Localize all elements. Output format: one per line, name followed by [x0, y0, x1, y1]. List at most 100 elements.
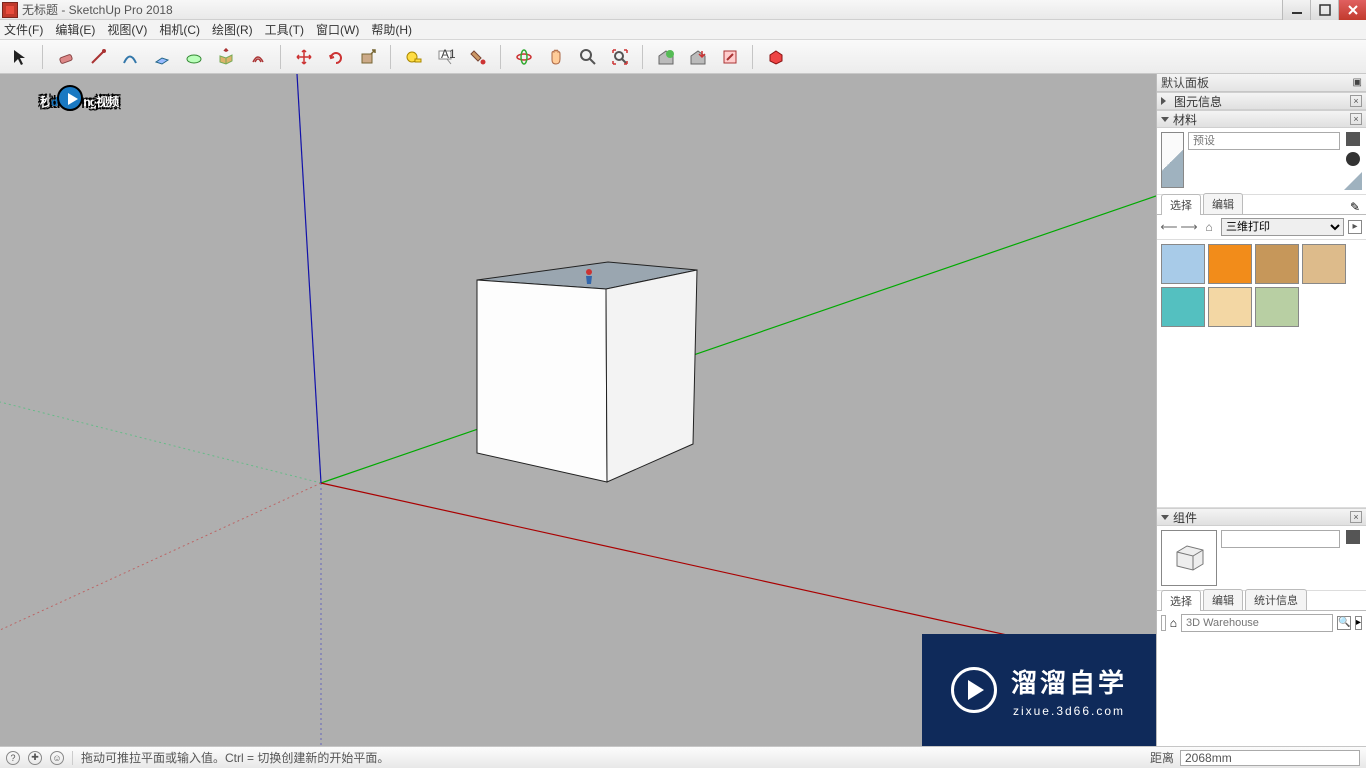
- menu-view[interactable]: 视图(V): [107, 21, 147, 38]
- tape-tool-icon[interactable]: [400, 43, 428, 71]
- toolbar-separator: [500, 45, 502, 69]
- current-material-thumb[interactable]: [1161, 132, 1184, 188]
- resize-grip-icon[interactable]: [1344, 172, 1362, 190]
- components-filter: ⌂ 🔍 ▸: [1157, 611, 1366, 635]
- move-tool-icon[interactable]: [290, 43, 318, 71]
- swatch[interactable]: [1255, 244, 1299, 284]
- rotate-tool-icon[interactable]: [322, 43, 350, 71]
- eyedropper-icon[interactable]: ✎: [1350, 200, 1360, 214]
- tab-edit[interactable]: 编辑: [1203, 589, 1243, 610]
- status-help-icon[interactable]: ?: [6, 751, 20, 765]
- toolbar-separator: [390, 45, 392, 69]
- menu-draw[interactable]: 绘图(R): [212, 21, 253, 38]
- select-tool-icon[interactable]: [6, 43, 34, 71]
- menu-camera[interactable]: 相机(C): [159, 21, 200, 38]
- components-preview: [1157, 526, 1366, 591]
- circle-tool-icon[interactable]: [180, 43, 208, 71]
- menu-edit[interactable]: 编辑(E): [55, 21, 95, 38]
- extension-warehouse-icon[interactable]: [762, 43, 790, 71]
- toolbar: A1: [0, 40, 1366, 74]
- home-icon[interactable]: ⌂: [1170, 616, 1177, 630]
- create-material-icon[interactable]: [1346, 132, 1360, 146]
- status-hint: 拖动可推拉平面或输入值。Ctrl = 切换创建新的开始平面。: [81, 749, 389, 766]
- line-tool-icon[interactable]: [84, 43, 112, 71]
- materials-preview: [1157, 128, 1366, 195]
- swatch[interactable]: [1302, 244, 1346, 284]
- home-icon[interactable]: ⌂: [1201, 219, 1217, 235]
- measure-label: 距离: [1150, 749, 1174, 766]
- viewport[interactable]: 秒dng视频 溜溜自学 zixue.3d66.com: [0, 74, 1156, 746]
- component-search-input[interactable]: [1181, 614, 1333, 632]
- eraser-tool-icon[interactable]: [52, 43, 80, 71]
- zoom-extents-tool-icon[interactable]: [606, 43, 634, 71]
- tab-stats[interactable]: 统计信息: [1245, 589, 1307, 610]
- toolbar-separator: [42, 45, 44, 69]
- nav-back-icon[interactable]: ⟵: [1161, 219, 1177, 235]
- view-mode-icon[interactable]: [1161, 615, 1166, 631]
- panel-close-icon[interactable]: ×: [1350, 95, 1362, 107]
- play-ring-icon: [951, 667, 997, 713]
- panel-close-icon[interactable]: ×: [1350, 113, 1362, 125]
- swatch[interactable]: [1208, 244, 1252, 284]
- paint-tool-icon[interactable]: [464, 43, 492, 71]
- watermark-logo: 秒dng视频: [40, 80, 118, 114]
- menu-tools[interactable]: 工具(T): [265, 21, 304, 38]
- materials-label: 材料: [1173, 111, 1197, 128]
- app-icon: [2, 2, 18, 18]
- tab-edit[interactable]: 编辑: [1203, 193, 1243, 214]
- menu-window[interactable]: 窗口(W): [316, 21, 359, 38]
- nav-fwd-icon[interactable]: ⟶: [1181, 219, 1197, 235]
- zoom-tool-icon[interactable]: [574, 43, 602, 71]
- default-material-icon[interactable]: [1346, 152, 1360, 166]
- send-layout-icon[interactable]: [716, 43, 744, 71]
- arc-tool-icon[interactable]: [116, 43, 144, 71]
- swatch[interactable]: [1255, 287, 1299, 327]
- expand-icon: [1161, 117, 1169, 122]
- swatch[interactable]: [1161, 287, 1205, 327]
- toolbar-separator: [642, 45, 644, 69]
- components-panel-header[interactable]: 组件 ×: [1157, 508, 1366, 526]
- material-swatches: [1157, 240, 1366, 508]
- menu-help[interactable]: 帮助(H): [371, 21, 412, 38]
- brand-url: zixue.3d66.com: [1013, 704, 1125, 718]
- brand-title: 溜溜自学: [1011, 663, 1127, 700]
- library-options-icon[interactable]: ▸: [1348, 220, 1362, 234]
- measurement-box[interactable]: 2068mm: [1180, 750, 1360, 766]
- maximize-button[interactable]: [1310, 0, 1338, 20]
- component-name-input[interactable]: [1221, 530, 1340, 548]
- tray-header[interactable]: 默认面板 ▣: [1157, 74, 1366, 92]
- menu-file[interactable]: 文件(F): [4, 21, 43, 38]
- orbit-tool-icon[interactable]: [510, 43, 538, 71]
- text-tool-icon[interactable]: A1: [432, 43, 460, 71]
- pin-icon[interactable]: ▣: [1353, 77, 1362, 88]
- tab-select[interactable]: 选择: [1161, 590, 1201, 611]
- toolbar-separator: [752, 45, 754, 69]
- tab-select[interactable]: 选择: [1161, 194, 1201, 215]
- search-go-icon[interactable]: 🔍: [1337, 616, 1351, 630]
- component-thumb[interactable]: [1161, 530, 1217, 586]
- warehouse-send-icon[interactable]: [684, 43, 712, 71]
- component-options-icon[interactable]: [1346, 530, 1360, 544]
- rectangle-tool-icon[interactable]: [148, 43, 176, 71]
- close-button[interactable]: [1338, 0, 1366, 20]
- materials-panel-header[interactable]: 材料 ×: [1157, 110, 1366, 128]
- components-tabs: 选择 编辑 统计信息: [1157, 591, 1366, 611]
- panel-close-icon[interactable]: ×: [1350, 511, 1362, 523]
- offset-tool-icon[interactable]: [244, 43, 272, 71]
- measure-value: 2068mm: [1185, 751, 1232, 765]
- warehouse-get-icon[interactable]: [652, 43, 680, 71]
- entity-info-panel-header[interactable]: 图元信息 ×: [1157, 92, 1366, 110]
- scale-tool-icon[interactable]: [354, 43, 382, 71]
- status-bar: ? ✚ ☺ 拖动可推拉平面或输入值。Ctrl = 切换创建新的开始平面。 距离 …: [0, 746, 1366, 768]
- pushpull-tool-icon[interactable]: [212, 43, 240, 71]
- minimize-button[interactable]: [1282, 0, 1310, 20]
- material-library-select[interactable]: 三维打印: [1221, 218, 1344, 236]
- swatch[interactable]: [1161, 244, 1205, 284]
- status-user-icon[interactable]: ☺: [50, 751, 64, 765]
- material-name-input[interactable]: [1188, 132, 1340, 150]
- search-options-icon[interactable]: ▸: [1355, 616, 1362, 630]
- status-geo-icon[interactable]: ✚: [28, 751, 42, 765]
- expand-icon: [1161, 515, 1169, 520]
- pan-tool-icon[interactable]: [542, 43, 570, 71]
- swatch[interactable]: [1208, 287, 1252, 327]
